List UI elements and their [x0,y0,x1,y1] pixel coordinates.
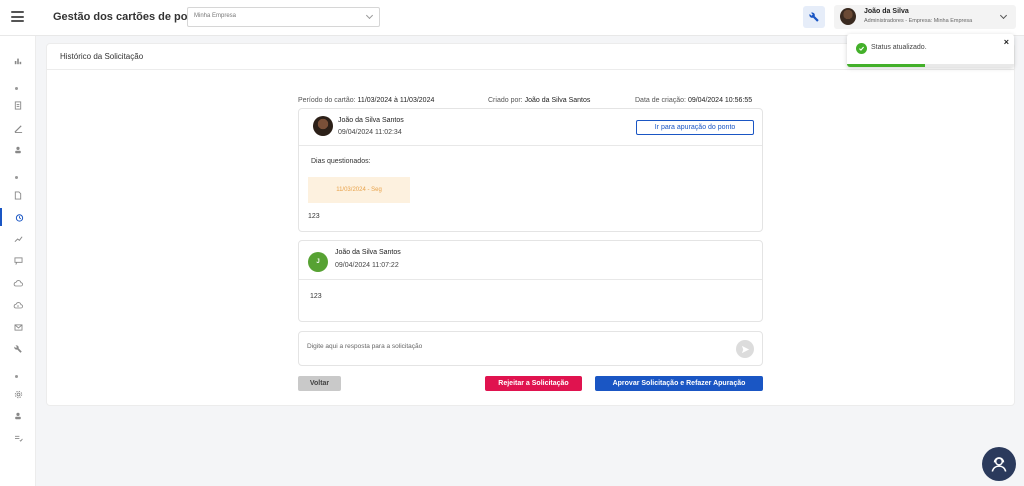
card-period: Período do cartão: 11/03/2024 à 11/03/20… [298,97,435,104]
questioned-day-chip: 11/03/2024 - Seg [308,177,410,203]
message-author: João da Silva Santos [335,249,401,256]
sidebar [0,36,36,486]
app-title: Gestão dos cartões de ponto [53,11,205,23]
wrench-icon [809,12,819,22]
back-button[interactable]: Voltar [298,376,341,391]
message-header: João da Silva Santos 09/04/2024 11:02:34… [299,109,762,146]
avatar [313,116,333,136]
user-icon[interactable] [0,141,36,159]
user-settings-icon[interactable] [0,407,36,425]
cloud-upload-icon[interactable] [0,296,36,314]
alarm-clock-icon[interactable] [0,208,36,226]
send-button[interactable] [736,340,754,358]
file-icon[interactable] [0,186,36,204]
support-agent-icon [991,457,1007,472]
message-datetime: 09/04/2024 11:02:34 [338,129,402,136]
toast-message: Status atualizado. [871,44,927,51]
reply-input[interactable] [307,343,727,350]
pen-icon[interactable] [0,119,36,137]
company-select[interactable]: Minha Empresa [187,7,380,27]
created-by: Criado por: João da Silva Santos [488,97,591,104]
message-author: João da Silva Santos [338,117,404,124]
toast-progress-bar [847,64,1014,67]
message-card: João da Silva Santos 09/04/2024 11:02:34… [298,108,763,232]
message-text: 123 [308,213,320,220]
section-dot [15,87,18,90]
toast-progress-fill [847,64,926,67]
wrench-icon[interactable] [0,340,36,358]
check-circle-icon [856,43,867,54]
tools-button[interactable] [803,6,825,28]
message-card: J João da Silva Santos 09/04/2024 11:07:… [298,240,763,322]
request-history-panel: Histórico da Solicitação Período do cart… [47,44,1014,405]
close-icon[interactable]: × [1004,37,1009,47]
user-role: Administradores - Empresa: Minha Empresa [864,18,973,24]
chevron-down-icon [365,11,374,20]
reject-request-button[interactable]: Rejeitar a Solicitação [485,376,582,391]
user-menu[interactable]: João da Silva Administradores - Empresa:… [834,5,1016,29]
chart-icon[interactable] [0,52,36,70]
created-by-value: João da Silva Santos [524,97,591,104]
company-select-value: Minha Empresa [194,13,237,19]
mail-icon[interactable] [0,318,36,336]
document-icon[interactable] [0,96,36,114]
user-name: João da Silva [864,8,909,15]
message-header: J João da Silva Santos 09/04/2024 11:07:… [299,241,762,280]
list-icon[interactable] [0,429,36,447]
section-dot [15,375,18,378]
message-text: 123 [310,293,322,300]
page-title: Histórico da Solicitação [60,52,144,61]
created-date: Data de criação: 09/04/2024 10:56:55 [635,97,753,104]
reply-box [298,331,763,366]
support-chat-button[interactable] [982,447,1016,481]
go-to-time-calculation-button[interactable]: Ir para apuração do ponto [636,120,754,135]
send-icon [741,345,749,353]
message-datetime: 09/04/2024 11:07:22 [335,262,399,269]
card-period-value: 11/03/2024 à 11/03/2024 [357,97,435,104]
status-toast: Status atualizado. × [847,34,1014,67]
questioned-days-label: Dias questionados: [311,158,371,165]
section-dot [15,176,18,179]
hamburger-menu-icon[interactable] [11,11,24,22]
avatar [840,8,856,25]
cloud-icon[interactable] [0,274,36,292]
top-bar: Gestão dos cartões de ponto Minha Empres… [0,0,1024,36]
settings-icon[interactable] [0,385,36,403]
chat-icon[interactable] [0,252,36,270]
created-date-value: 09/04/2024 10:56:55 [687,97,753,104]
chevron-down-icon [999,11,1008,20]
approve-request-button[interactable]: Aprovar Solicitação e Refazer Apuração [595,376,763,391]
avatar: J [308,252,328,272]
trend-icon[interactable] [0,230,36,248]
